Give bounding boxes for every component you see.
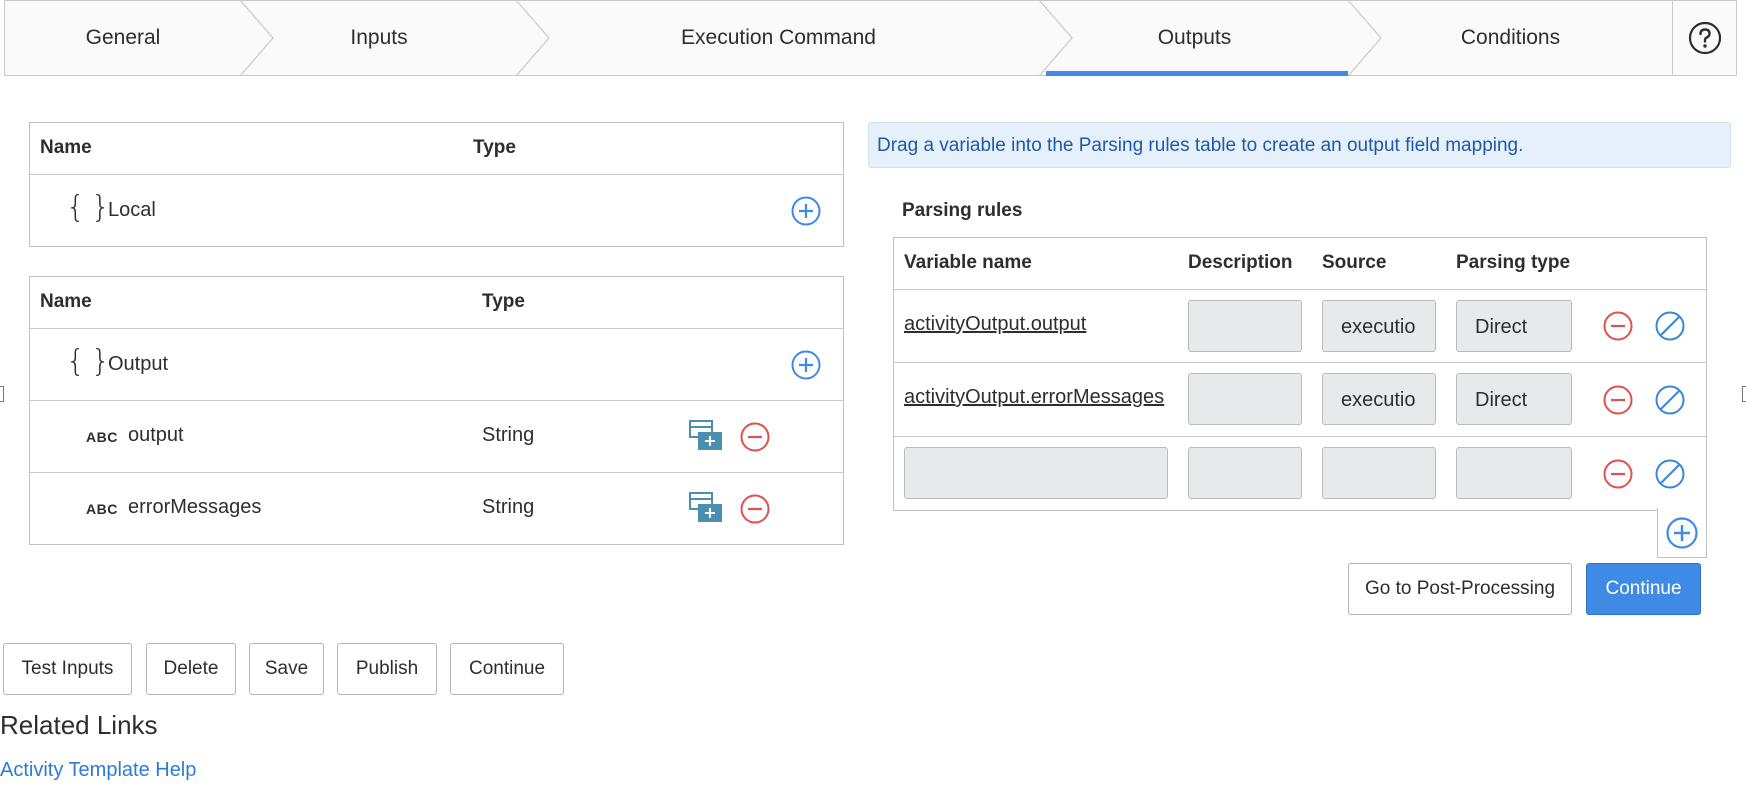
description-field[interactable]	[1188, 373, 1302, 425]
parsing-rules-table: Variable name Description Source Parsing…	[893, 237, 1707, 511]
related-links-heading: Related Links	[0, 710, 158, 740]
source-field[interactable]: executio	[1322, 373, 1436, 425]
output-item-name: errorMessages	[128, 496, 262, 518]
block-icon	[1655, 459, 1685, 489]
source-column-header: Source	[1322, 252, 1387, 273]
remove-circle-icon	[1603, 385, 1633, 415]
table-row: activityOutput.output executio Direct	[894, 289, 1706, 362]
add-output-button[interactable]	[790, 349, 822, 381]
footer-continue-button[interactable]: Continue	[450, 643, 564, 695]
disable-rule-button[interactable]	[1654, 384, 1686, 416]
step-chevron	[516, 0, 550, 76]
add-local-button[interactable]	[790, 195, 822, 227]
remove-rule-button[interactable]	[1602, 310, 1634, 342]
info-message: Drag a variable into the Parsing rules t…	[868, 122, 1731, 168]
step-chevron	[1348, 0, 1382, 76]
help-button[interactable]	[1672, 1, 1736, 75]
add-to-table-icon	[689, 420, 722, 450]
tab-execution-command-label: Execution Command	[681, 26, 876, 49]
right-resize-handle[interactable]	[1742, 386, 1746, 402]
output-group-label: Output	[108, 353, 169, 375]
output-item-type: String	[482, 424, 535, 446]
add-to-table-icon	[689, 492, 722, 522]
test-inputs-button[interactable]: Test Inputs	[3, 643, 132, 695]
remove-circle-icon	[740, 422, 770, 452]
tab-outputs-label: Outputs	[1157, 26, 1232, 49]
table-row	[894, 436, 1706, 510]
publish-button[interactable]: Publish	[337, 643, 437, 695]
string-type-badge: ABC	[86, 429, 118, 445]
local-group-label: Local	[108, 199, 156, 221]
variable-name-column-header: Variable name	[904, 252, 1032, 273]
save-button[interactable]: Save	[249, 643, 324, 695]
name-column-header: Name	[40, 291, 92, 312]
block-icon	[1655, 385, 1685, 415]
disable-rule-button[interactable]	[1654, 458, 1686, 490]
remove-circle-icon	[1603, 459, 1633, 489]
remove-circle-icon	[740, 494, 770, 524]
source-field[interactable]: executio	[1322, 300, 1436, 352]
remove-circle-icon	[1603, 311, 1633, 341]
question-circle-icon	[1688, 21, 1721, 55]
disable-rule-button[interactable]	[1654, 310, 1686, 342]
wizard-steps: General Inputs Execution Command Outputs…	[4, 0, 1737, 76]
remove-output-button[interactable]	[739, 421, 771, 453]
table-header: Name Type	[30, 123, 843, 174]
output-item-name: output	[128, 424, 184, 446]
remove-rule-button[interactable]	[1602, 458, 1634, 490]
tab-conditions-label: Conditions	[1460, 26, 1561, 49]
string-type-badge: ABC	[86, 501, 118, 517]
parsing-type-select[interactable]	[1456, 447, 1572, 499]
type-column-header: Type	[473, 137, 516, 158]
table-header: Variable name Description Source Parsing…	[894, 238, 1706, 289]
output-group-row: {} Output	[30, 328, 843, 400]
local-variables-table: Name Type {} Local	[29, 122, 844, 247]
go-to-post-processing-button[interactable]: Go to Post-Processing	[1348, 563, 1572, 615]
tab-general-label: General	[85, 26, 161, 49]
delete-button[interactable]: Delete	[146, 643, 236, 695]
activity-template-help-link[interactable]: Activity Template Help	[0, 759, 196, 782]
add-circle-icon	[791, 350, 821, 380]
local-group-row: {} Local	[30, 174, 843, 246]
description-field[interactable]	[1188, 300, 1302, 352]
add-circle-icon	[1666, 516, 1698, 549]
parsing-type-select[interactable]: Direct	[1456, 373, 1572, 425]
tab-conditions[interactable]: Conditions	[1349, 1, 1672, 75]
tab-inputs-label: Inputs	[350, 26, 408, 49]
left-resize-handle[interactable]	[0, 386, 4, 402]
variable-name-link[interactable]: activityOutput.output	[904, 313, 1086, 336]
source-field[interactable]	[1322, 447, 1436, 499]
add-circle-icon	[791, 196, 821, 226]
name-column-header: Name	[40, 137, 92, 158]
step-chevron	[1039, 0, 1073, 76]
list-item[interactable]: ABC errorMessages String	[30, 472, 843, 544]
step-chevron	[240, 0, 274, 76]
list-item[interactable]: ABC output String	[30, 400, 843, 472]
output-variables-table: Name Type {} Output ABC output String AB…	[29, 276, 844, 545]
remove-output-button[interactable]	[739, 493, 771, 525]
block-icon	[1655, 311, 1685, 341]
map-to-parsing-button[interactable]	[689, 492, 723, 524]
table-row: activityOutput.errorMessages executio Di…	[894, 362, 1706, 436]
parsing-type-column-header: Parsing type	[1456, 252, 1571, 273]
type-column-header: Type	[482, 291, 525, 312]
tab-execution-command[interactable]: Execution Command	[517, 0, 1073, 76]
parsing-type-select[interactable]: Direct	[1456, 300, 1572, 352]
remove-rule-button[interactable]	[1602, 384, 1634, 416]
map-to-parsing-button[interactable]	[689, 420, 723, 452]
description-column-header: Description	[1188, 252, 1293, 273]
variable-name-field[interactable]	[904, 447, 1168, 499]
tab-general[interactable]: General	[5, 0, 274, 76]
tab-inputs[interactable]: Inputs	[241, 0, 550, 76]
table-header: Name Type	[30, 277, 843, 328]
output-item-type: String	[482, 496, 535, 518]
tab-outputs[interactable]: Outputs	[1040, 0, 1382, 76]
add-rule-button[interactable]	[1657, 508, 1707, 558]
continue-button[interactable]: Continue	[1586, 563, 1701, 615]
parsing-rules-title: Parsing rules	[902, 200, 1023, 221]
description-field[interactable]	[1188, 447, 1302, 499]
variable-name-link[interactable]: activityOutput.errorMessages	[904, 386, 1164, 409]
